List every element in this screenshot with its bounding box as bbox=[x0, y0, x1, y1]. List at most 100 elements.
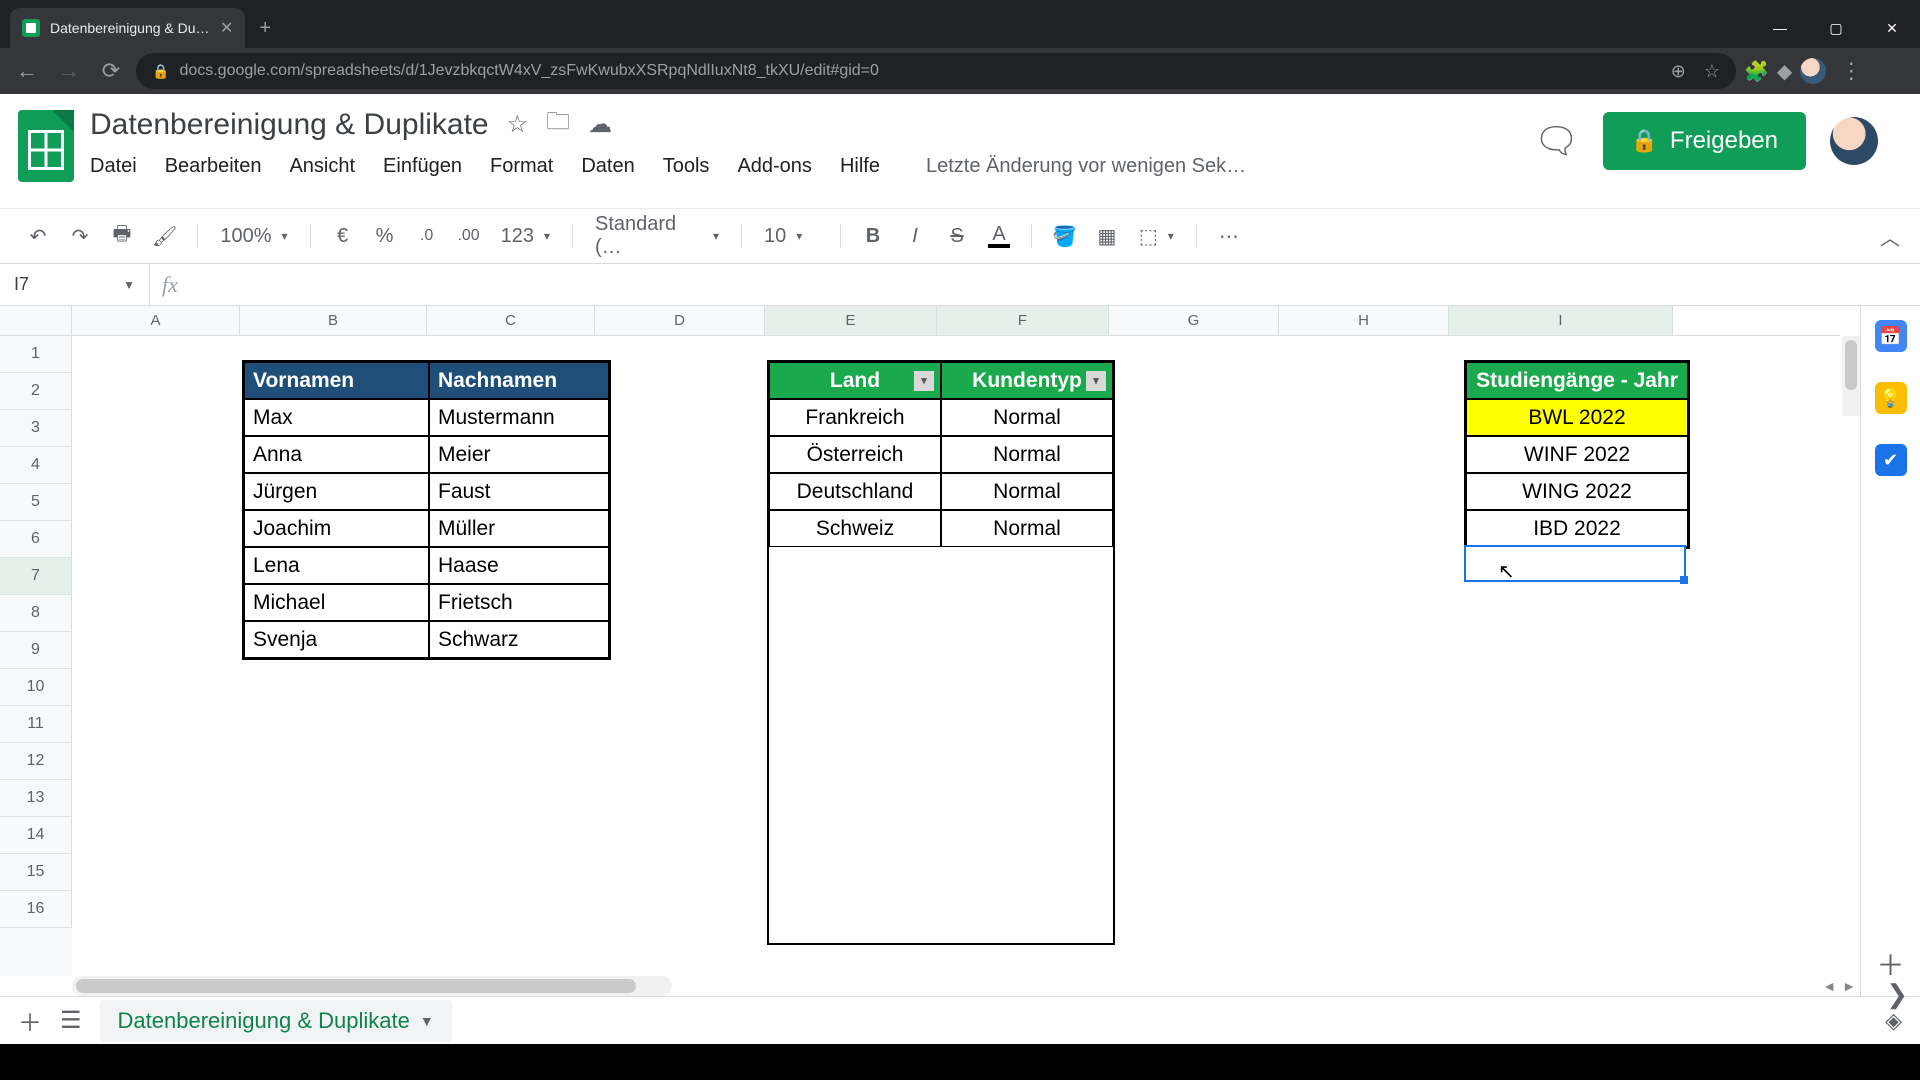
row-header[interactable]: 3 bbox=[0, 410, 72, 447]
row-header[interactable]: 6 bbox=[0, 521, 72, 558]
column-header[interactable]: C bbox=[427, 306, 595, 335]
print-button[interactable]: 🖶 bbox=[104, 218, 140, 254]
profile-avatar[interactable] bbox=[1800, 58, 1826, 84]
italic-button[interactable]: I bbox=[897, 218, 933, 254]
row-header[interactable]: 8 bbox=[0, 595, 72, 632]
table-cell[interactable]: IBD 2022 bbox=[1466, 510, 1688, 547]
fill-handle[interactable] bbox=[1680, 576, 1688, 584]
reload-button[interactable]: ⟳ bbox=[94, 54, 128, 88]
sheets-logo-icon[interactable] bbox=[18, 110, 74, 182]
name-box[interactable]: I7 ▼ bbox=[0, 264, 150, 305]
back-button[interactable]: ← bbox=[10, 54, 44, 88]
fill-color-button[interactable]: 🪣 bbox=[1046, 218, 1083, 254]
chevron-down-icon[interactable]: ▼ bbox=[420, 1013, 434, 1029]
row-header[interactable]: 5 bbox=[0, 484, 72, 521]
menu-file[interactable]: Datei bbox=[90, 155, 137, 178]
vertical-scrollbar[interactable] bbox=[1842, 336, 1860, 416]
comments-icon[interactable]: 🗨 bbox=[1535, 119, 1579, 163]
table-cell[interactable]: Meier bbox=[429, 436, 609, 473]
table-cell[interactable]: Frietsch bbox=[429, 584, 609, 621]
address-bar[interactable]: 🔒 docs.google.com/spreadsheets/d/1Jevzbk… bbox=[136, 53, 1736, 89]
row-header[interactable]: 4 bbox=[0, 447, 72, 484]
select-all-corner[interactable] bbox=[0, 306, 72, 335]
undo-button[interactable]: ↶ bbox=[20, 218, 56, 254]
star-icon[interactable]: ☆ bbox=[507, 110, 529, 139]
table-cell[interactable]: Jürgen bbox=[244, 473, 429, 510]
table-cell[interactable]: Frankreich bbox=[769, 399, 941, 436]
sheet-tab-active[interactable]: Datenbereinigung & Duplikate ▼ bbox=[100, 1000, 452, 1042]
row-header[interactable]: 7 bbox=[0, 558, 72, 595]
font-combo[interactable]: Standard (… bbox=[587, 213, 727, 259]
table-cell[interactable]: Haase bbox=[429, 547, 609, 584]
explore-button[interactable]: ◈ bbox=[1885, 1008, 1902, 1034]
browser-tab[interactable]: Datenbereinigung & Duplikate - ✕ bbox=[10, 8, 245, 48]
menu-edit[interactable]: Bearbeiten bbox=[165, 155, 262, 178]
add-addon-button[interactable]: ＋ bbox=[1876, 944, 1904, 976]
row-header[interactable]: 10 bbox=[0, 669, 72, 706]
column-header[interactable]: A bbox=[72, 306, 240, 335]
percent-button[interactable]: % bbox=[367, 218, 403, 254]
column-header[interactable]: I bbox=[1449, 306, 1673, 335]
row-header[interactable]: 15 bbox=[0, 854, 72, 891]
paint-format-button[interactable]: 🖌 bbox=[146, 218, 183, 254]
table-cell[interactable]: WING 2022 bbox=[1466, 473, 1688, 510]
tasks-icon[interactable]: ✔ bbox=[1875, 444, 1907, 476]
column-header[interactable]: B bbox=[240, 306, 427, 335]
table-cell[interactable]: Schweiz bbox=[769, 510, 941, 547]
share-button[interactable]: 🔒 Freigeben bbox=[1603, 112, 1806, 170]
table-cell[interactable]: Max bbox=[244, 399, 429, 436]
filter-icon[interactable]: ▾ bbox=[914, 371, 934, 391]
decrease-decimals-button[interactable]: .0 bbox=[409, 218, 445, 254]
column-header[interactable]: D bbox=[595, 306, 765, 335]
menu-view[interactable]: Ansicht bbox=[289, 155, 355, 178]
show-side-panel-button[interactable]: ❯ bbox=[1886, 979, 1908, 1010]
collapse-toolbar-button[interactable]: ︿ bbox=[1880, 222, 1900, 251]
add-sheet-button[interactable]: ＋ bbox=[18, 1003, 42, 1038]
row-header[interactable]: 12 bbox=[0, 743, 72, 780]
addon-icon[interactable]: ◆ bbox=[1777, 59, 1792, 84]
row-header[interactable]: 16 bbox=[0, 891, 72, 928]
row-header[interactable]: 2 bbox=[0, 373, 72, 410]
redo-button[interactable]: ↷ bbox=[62, 218, 98, 254]
filter-icon[interactable]: ▾ bbox=[1086, 371, 1106, 391]
table-header[interactable]: Kundentyp▾ bbox=[941, 362, 1113, 399]
increase-decimals-button[interactable]: .00 bbox=[451, 218, 487, 254]
table-cell[interactable]: Normal bbox=[941, 473, 1113, 510]
more-toolbar-button[interactable]: ⋯ bbox=[1211, 218, 1247, 254]
maximize-button[interactable]: ▢ bbox=[1808, 8, 1864, 48]
table-cell[interactable]: Faust bbox=[429, 473, 609, 510]
menu-format[interactable]: Format bbox=[490, 155, 553, 178]
account-avatar[interactable] bbox=[1830, 117, 1878, 165]
table-cell[interactable]: Anna bbox=[244, 436, 429, 473]
forward-button[interactable]: → bbox=[52, 54, 86, 88]
bold-button[interactable]: B bbox=[855, 218, 891, 254]
column-header[interactable]: G bbox=[1109, 306, 1279, 335]
strike-button[interactable]: S bbox=[939, 218, 975, 254]
menu-tools[interactable]: Tools bbox=[663, 155, 710, 178]
table-cell[interactable]: Joachim bbox=[244, 510, 429, 547]
spreadsheet-grid[interactable]: ABCDEFGHI 12345678910111213141516 Vornam… bbox=[0, 306, 1860, 996]
table-cell[interactable]: Normal bbox=[941, 436, 1113, 473]
row-header[interactable]: 11 bbox=[0, 706, 72, 743]
currency-button[interactable]: € bbox=[325, 218, 361, 254]
calendar-icon[interactable]: 📅 bbox=[1875, 320, 1907, 352]
menu-data[interactable]: Daten bbox=[581, 155, 634, 178]
menu-help[interactable]: Hilfe bbox=[840, 155, 880, 178]
number-format-combo[interactable]: 123 bbox=[493, 225, 558, 248]
active-cell[interactable] bbox=[1464, 545, 1686, 582]
close-window-button[interactable]: ✕ bbox=[1864, 8, 1920, 48]
table-cell[interactable]: WINF 2022 bbox=[1466, 436, 1688, 473]
row-header[interactable]: 13 bbox=[0, 780, 72, 817]
table-header[interactable]: Land▾ bbox=[769, 362, 941, 399]
sheet-nav-arrows[interactable]: ◄► bbox=[1822, 978, 1856, 994]
move-icon[interactable]: 🗀 bbox=[546, 104, 570, 145]
column-header[interactable]: F bbox=[937, 306, 1109, 335]
font-size-combo[interactable]: 10 bbox=[756, 225, 826, 248]
chrome-menu-icon[interactable]: ⋮ bbox=[1834, 58, 1868, 84]
last-edit-text[interactable]: Letzte Änderung vor wenigen Sek… bbox=[926, 155, 1246, 178]
borders-button[interactable]: ▦ bbox=[1089, 218, 1125, 254]
table-cell[interactable]: Svenja bbox=[244, 621, 429, 658]
formula-input[interactable] bbox=[190, 264, 1920, 305]
minimize-button[interactable]: — bbox=[1752, 8, 1808, 48]
column-header[interactable]: E bbox=[765, 306, 937, 335]
